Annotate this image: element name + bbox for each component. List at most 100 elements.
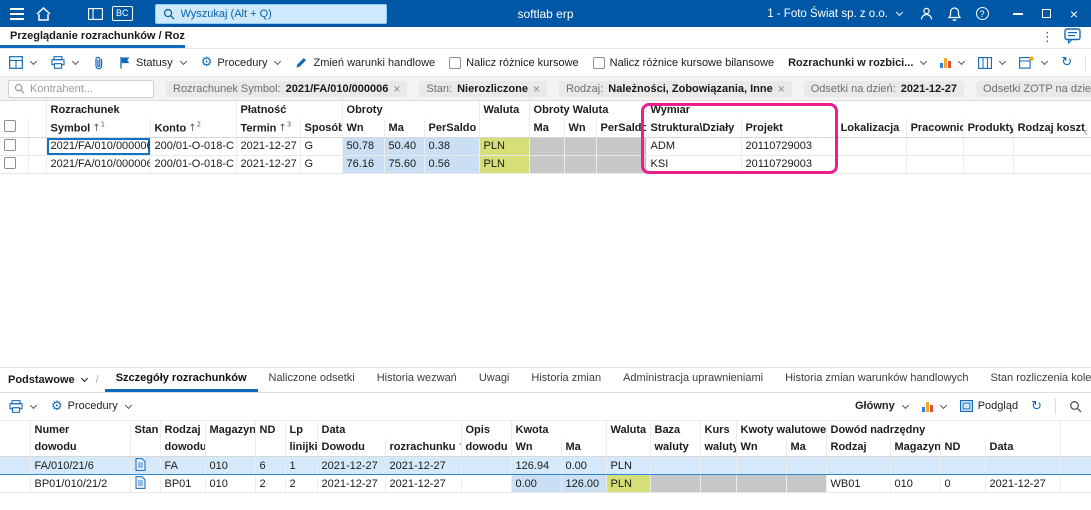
col-projekt[interactable]: Projekt [741,119,837,138]
cell-dn-magazyn[interactable] [890,456,941,475]
col-baza-waluty[interactable]: waluty [650,438,701,457]
cell-dn-nd[interactable] [940,456,986,475]
cell-data-dowodu[interactable]: 2021-12-27 [317,456,386,475]
bc-button[interactable]: BC [108,0,137,27]
tab-historia-zmian-warunkow[interactable]: Historia zmian warunków handlowych [774,368,979,392]
cell-struktura[interactable]: KSI [646,155,742,174]
col-wn[interactable]: Wn [511,438,562,457]
view-settings-button[interactable] [1019,56,1049,69]
chart-button[interactable] [940,57,966,68]
cell-struktura[interactable]: ADM [646,137,742,156]
cell[interactable] [1060,456,1091,475]
cell-persaldo[interactable]: 0.38 [424,137,480,156]
cell[interactable] [0,137,29,156]
cell-magazyn[interactable]: 010 [205,474,256,493]
cell-persaldo[interactable]: 0.56 [424,155,480,174]
cell[interactable] [596,155,647,174]
global-search[interactable] [154,3,387,24]
cell-waluta[interactable]: PLN [479,137,530,156]
cell-ma[interactable]: 75.60 [384,155,425,174]
col-symbol[interactable]: Symbol ↑1 [46,119,151,138]
modules-button[interactable] [82,0,108,27]
col-rodzaj-koszt[interactable]: Rodzaj koszt [1013,119,1091,138]
table-row[interactable]: FA/010/21/6 FA 010 6 1 2021-12-27 2021-1… [0,456,1091,475]
cell[interactable] [0,456,31,475]
col-data-rozrachunku[interactable]: rozrachunku↑ [385,438,462,457]
cell[interactable] [529,155,565,174]
tab-stan-rozliczenia-fifo[interactable]: Stan rozliczenia kolejki FIFO [980,368,1091,392]
notifications-button[interactable] [941,0,967,27]
col-kurs-waluty[interactable]: waluty [700,438,737,457]
detail-search-button[interactable] [1069,400,1082,413]
cell-symbol[interactable]: 2021/FA/010/000006 [46,155,151,174]
col-rodzaj-dowodu[interactable]: dowodu [160,438,206,457]
cell-ma[interactable]: 0.00 [561,456,607,475]
cell-waluta[interactable]: PLN [606,474,651,493]
cell-dn-magazyn[interactable]: 010 [890,474,941,493]
refresh-button[interactable]: ↻ [1061,56,1072,69]
select-all-checkbox[interactable] [4,120,16,133]
cell-ma[interactable]: 126.00 [561,474,607,493]
podglad-button[interactable]: Podgląd [959,400,1018,412]
col-lokalizacja[interactable]: Lokalizacja [836,119,907,138]
cell[interactable] [596,137,647,156]
row-checkbox[interactable] [4,156,16,169]
table-row[interactable]: 2021/FA/010/000006 200/01-O-018-C 2021-1… [0,137,1091,156]
tab-szczegoly-rozrachunkow[interactable]: Szczegóły rozrachunków [104,368,258,392]
col-wn[interactable]: Wn [342,119,385,138]
cell-dn-data[interactable] [985,456,1061,475]
remove-filter-icon[interactable]: × [533,83,540,95]
table-row[interactable]: 2021/FA/010/000006 200/01-O-018-C 2021-1… [0,155,1091,174]
cell-dn-data[interactable]: 2021-12-27 [985,474,1061,493]
cell-rodzaj[interactable]: BP01 [160,474,206,493]
cell-termin[interactable]: 2021-12-27 [236,155,301,174]
cell-nd[interactable]: 2 [255,474,286,493]
cell[interactable] [786,456,827,475]
cell[interactable] [650,456,701,475]
col-stan[interactable] [130,438,161,457]
procedury-button[interactable]: ⚙ Procedury [201,56,282,69]
col-magazyn[interactable] [205,438,256,457]
table-row[interactable]: BP01/010/21/2 BP01 010 2 2 2021-12-27 20… [0,474,1091,493]
main-menu-button[interactable] [4,0,30,27]
cell-wn[interactable]: 50.78 [342,137,385,156]
col-ma[interactable]: Ma [384,119,425,138]
cell-termin[interactable]: 2021-12-27 [236,137,301,156]
company-selector[interactable]: 1 - Foto Świat sp. z o.o. [759,8,911,20]
cell[interactable] [963,155,1014,174]
detail-chart-button[interactable] [921,401,947,412]
user-button[interactable] [913,0,939,27]
cell-wn[interactable]: 126.94 [511,456,562,475]
remove-filter-icon[interactable]: × [393,83,400,95]
cell-magazyn[interactable]: 010 [205,456,256,475]
col-ow-ma[interactable]: Ma [529,119,565,138]
nalicz-bilansowe-checkbox[interactable]: Nalicz różnice kursowe bilansowe [592,56,774,69]
tab-uwagi[interactable]: Uwagi [468,368,521,392]
col-ma[interactable]: Ma [561,438,607,457]
col-opis-dowodu[interactable]: dowodu [461,438,512,457]
cell[interactable] [736,456,787,475]
col-dn-data[interactable]: Data [985,438,1061,457]
cell-data-dowodu[interactable]: 2021-12-27 [317,474,386,493]
cell[interactable] [963,137,1014,156]
home-button[interactable] [30,0,56,27]
cell-waluta[interactable]: PLN [606,456,651,475]
filter-chip-rodzaj[interactable]: Rodzaj: Należności, Zobowiązania, Inne × [559,80,792,97]
cell[interactable] [786,474,827,493]
close-button[interactable]: × [1061,0,1087,27]
layout-button[interactable] [978,56,1007,69]
col-dn-nd[interactable]: ND [940,438,986,457]
statusy-button[interactable]: Statusy [119,56,187,69]
cell[interactable] [564,155,597,174]
cell-symbol[interactable]: 2021/FA/010/000006 [46,137,151,156]
cell-projekt[interactable]: 20110729003 [741,155,837,174]
cell-data-rozrachunku[interactable]: 2021-12-27 [385,474,462,493]
cell[interactable] [700,474,737,493]
global-search-input[interactable] [180,7,361,20]
col-dn-rodzaj[interactable]: Rodzaj [826,438,891,457]
cell-nd[interactable]: 6 [255,456,286,475]
col-sposob[interactable]: Sposób [300,119,343,138]
cell[interactable] [650,474,701,493]
cell-wn[interactable]: 76.16 [342,155,385,174]
tab-administracja-uprawnieniami[interactable]: Administracja uprawnieniami [612,368,774,392]
